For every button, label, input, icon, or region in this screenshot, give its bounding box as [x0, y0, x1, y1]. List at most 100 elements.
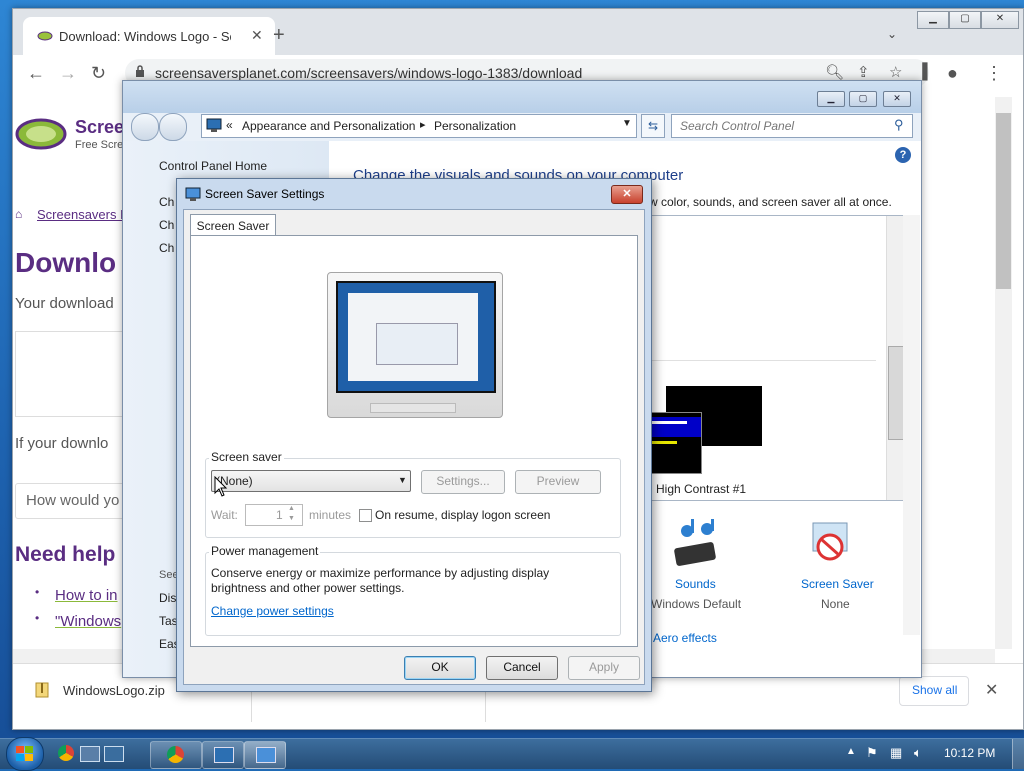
preview-dialog — [376, 323, 458, 365]
action-center-flag-icon[interactable]: ⚑ — [866, 745, 878, 761]
side-panel-icon[interactable]: ▐ — [917, 63, 928, 80]
wait-spinner[interactable]: 1 ▲ ▼ — [245, 504, 303, 526]
cp-search-box[interactable]: Search Control Panel ⚲ — [671, 114, 913, 138]
back-icon[interactable]: ← — [27, 63, 45, 84]
scrollbar-thumb[interactable] — [996, 113, 1011, 289]
sounds-value: Windows Default — [651, 597, 742, 611]
site-logo-icon — [15, 118, 67, 150]
theme-thumbnail-front[interactable] — [650, 412, 702, 474]
cp-close-button[interactable]: ✕ — [883, 91, 911, 107]
minutes-label: minutes — [309, 508, 352, 522]
breadcrumb-personalization[interactable]: Personalization — [434, 119, 516, 133]
see-also-item[interactable]: Dis — [159, 591, 176, 605]
dialog-body: Screen Saver Screen saver (None) ▼ Setti… — [183, 209, 645, 685]
new-tab-icon[interactable]: + — [273, 25, 285, 45]
theme-list-scrollbar[interactable] — [886, 216, 904, 500]
preview-window — [348, 293, 478, 381]
help-link-install[interactable]: How to in — [55, 587, 118, 604]
bullet: • — [35, 585, 40, 599]
reload-icon[interactable]: ↻ — [91, 63, 106, 84]
screen-saver-link[interactable]: Screen Saver — [801, 577, 874, 591]
forward-button[interactable] — [159, 113, 187, 141]
close-tab-icon[interactable]: ✕ — [251, 27, 263, 44]
start-button[interactable] — [6, 737, 44, 771]
apply-button[interactable]: Apply — [568, 656, 640, 680]
screen-saver-settings-icon — [256, 747, 276, 763]
cp-minimize-button[interactable]: ▁ — [817, 91, 845, 107]
nav-item[interactable]: Ch — [159, 195, 174, 209]
dialog-close-button[interactable]: ✕ — [611, 185, 643, 204]
breadcrumb-appearance[interactable]: Appearance and Personalization — [242, 119, 415, 133]
back-button[interactable] — [131, 113, 159, 141]
help-link-windows[interactable]: "Windows — [55, 613, 121, 630]
zoom-icon[interactable]: 🔍︎ — [825, 63, 844, 81]
sounds-link[interactable]: Sounds — [675, 577, 716, 591]
cancel-button[interactable]: Cancel — [486, 656, 558, 680]
browser-tab[interactable]: Download: Windows Logo - Scre ✕ — [23, 17, 275, 55]
theme-list[interactable]: High Contrast #1 — [649, 215, 905, 501]
ok-button[interactable]: OK — [404, 656, 476, 680]
close-button[interactable]: ✕ — [981, 11, 1019, 29]
cp-address-bar[interactable]: « Appearance and Personalization ▸ Perso… — [201, 114, 637, 138]
preview-button[interactable]: Preview — [515, 470, 601, 494]
explorer-quicklaunch-icon[interactable] — [104, 746, 124, 762]
breadcrumb-separator[interactable]: ▸ — [420, 118, 426, 131]
cp-home-link[interactable]: Control Panel Home — [159, 159, 267, 173]
wait-value: 1 — [276, 508, 283, 522]
wait-label: Wait: — [211, 508, 238, 522]
breadcrumb-prefix: « — [226, 118, 233, 132]
nav-item[interactable]: Ch — [159, 241, 174, 255]
settings-button[interactable]: Settings... — [421, 470, 505, 494]
taskbar-screen-saver-button[interactable] — [244, 741, 286, 769]
dropdown-arrow-icon: ▼ — [398, 475, 407, 485]
network-icon[interactable]: ▦ — [890, 745, 902, 761]
refresh-icon[interactable]: ⇆ — [641, 114, 665, 138]
taskbar-control-panel-button[interactable] — [202, 741, 244, 769]
screen-saver-value: None — [821, 597, 850, 611]
monitor-stand — [370, 403, 456, 413]
menu-kebab-icon[interactable]: ⋮ — [985, 63, 1003, 84]
screen-saver-select[interactable]: (None) ▼ — [211, 470, 411, 492]
profile-icon[interactable]: ● — [947, 63, 958, 84]
search-placeholder: Search Control Panel — [680, 119, 795, 133]
close-shelf-icon[interactable]: ✕ — [985, 680, 998, 700]
scrollbar-thumb[interactable] — [888, 346, 904, 440]
maximize-button[interactable]: ▢ — [949, 11, 981, 29]
chrome-quicklaunch-icon[interactable] — [58, 745, 74, 761]
address-dropdown-icon[interactable]: ▼ — [622, 118, 632, 129]
show-desktop-button[interactable] — [1012, 739, 1024, 769]
bookmark-star-icon[interactable]: ☆ — [889, 63, 902, 81]
aero-effects-link[interactable]: Aero effects — [653, 631, 717, 645]
share-icon[interactable]: ⇪ — [857, 63, 870, 81]
taskbar-clock[interactable]: 10:12 PM — [944, 746, 995, 760]
home-icon[interactable]: ⌂ — [15, 207, 22, 221]
taskbar: ▲ ⚑ ▦ 🔈︎ 10:12 PM — [0, 737, 1024, 771]
feedback-box[interactable]: How would yo — [15, 483, 127, 519]
search-icon[interactable]: ⚲ — [894, 117, 904, 133]
breadcrumb-link[interactable]: Screensavers P — [37, 207, 129, 222]
nav-item[interactable]: Ch — [159, 218, 174, 232]
change-power-link[interactable]: Change power settings — [211, 604, 334, 618]
cp-maximize-button[interactable]: ▢ — [849, 91, 877, 107]
chevron-down-icon[interactable]: ⌄ — [887, 27, 897, 41]
help-heading: Need help — [15, 543, 116, 566]
show-hidden-icons-icon[interactable]: ▲ — [846, 746, 856, 757]
spin-down-icon[interactable]: ▼ — [288, 515, 295, 522]
control-panel-titlebar[interactable]: ▁ ▢ ✕ — [123, 81, 921, 113]
show-desktop-icon[interactable] — [80, 746, 100, 762]
cp-scrollbar[interactable] — [903, 215, 920, 635]
see-also-item[interactable]: Tas — [159, 614, 178, 628]
resume-checkbox[interactable] — [359, 509, 372, 522]
show-all-label: Show all — [912, 683, 958, 697]
volume-muted-icon[interactable]: 🔈︎ — [914, 745, 922, 761]
zip-file-icon — [35, 682, 49, 698]
tab-screen-saver[interactable]: Screen Saver — [190, 214, 276, 237]
forward-icon[interactable]: → — [59, 63, 77, 84]
site-title[interactable]: Scree — [75, 117, 124, 138]
taskbar-chrome-button[interactable] — [150, 741, 202, 769]
minimize-button[interactable]: ▁ — [917, 11, 949, 29]
help-icon[interactable]: ? — [895, 147, 911, 163]
dialog-titlebar[interactable]: Screen Saver Settings ✕ — [177, 179, 651, 209]
spin-up-icon[interactable]: ▲ — [288, 505, 295, 512]
show-all-button[interactable]: Show all — [899, 676, 969, 706]
